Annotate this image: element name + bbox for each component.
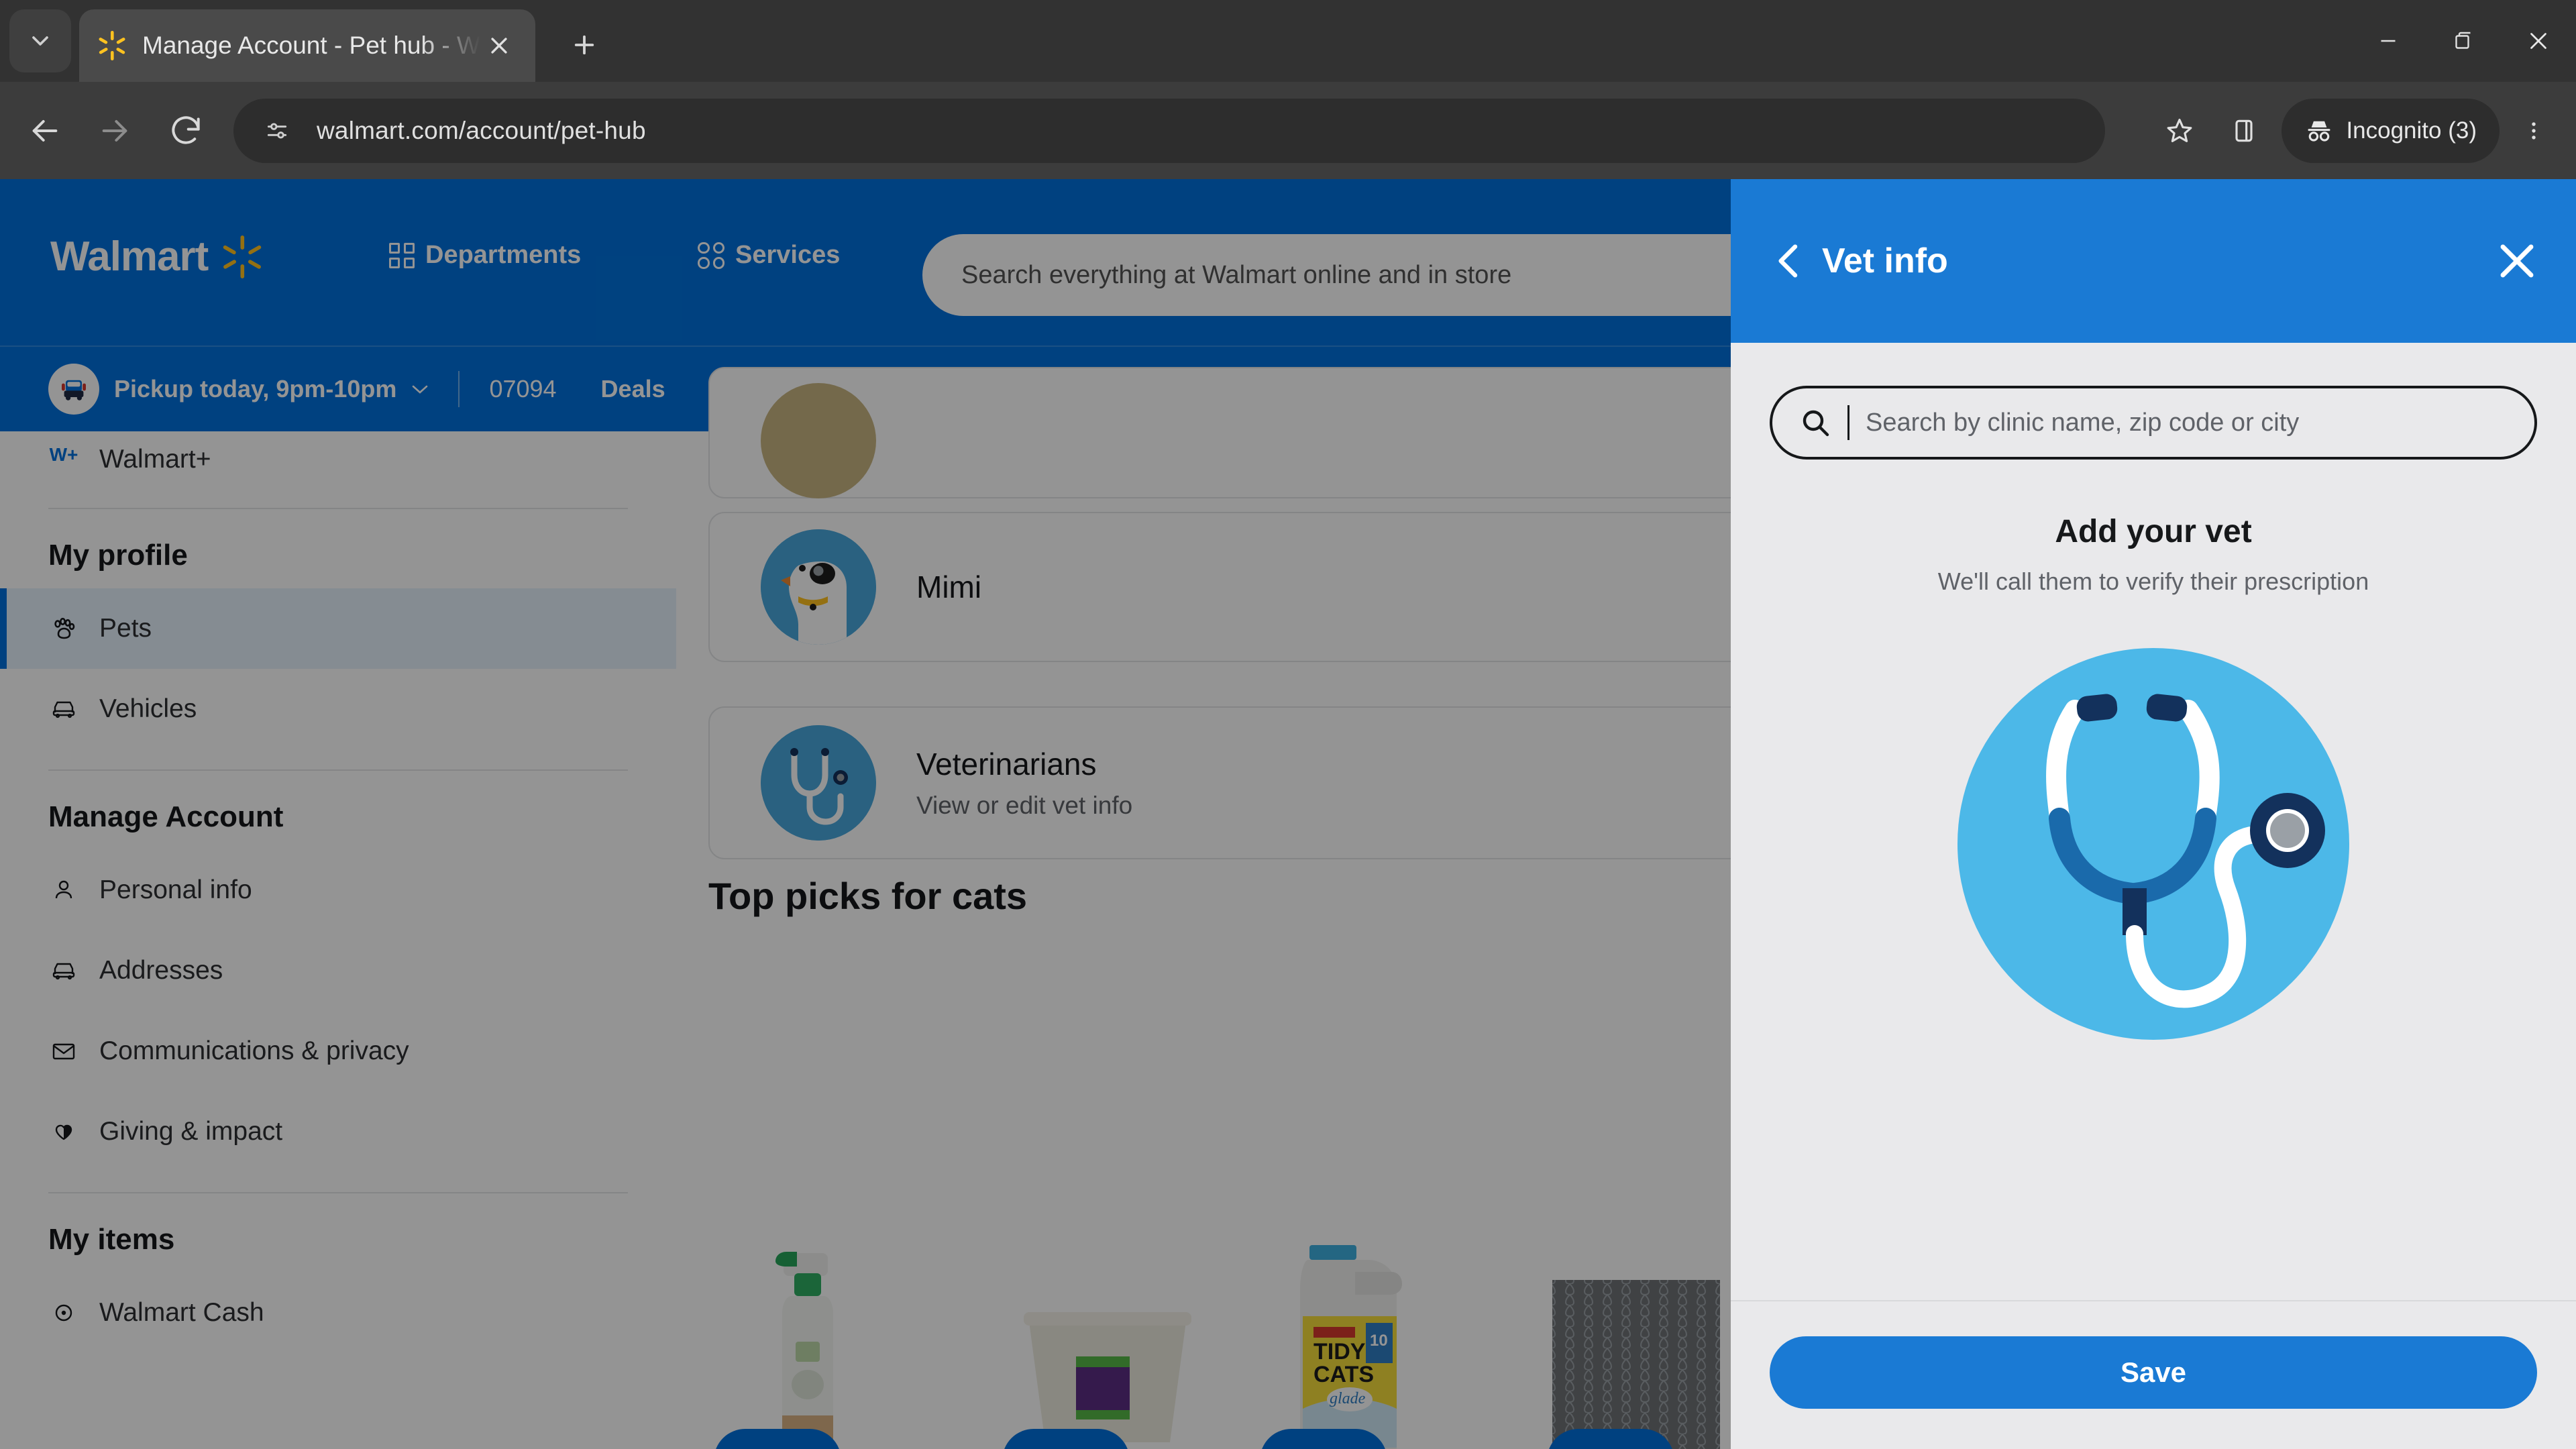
window-controls [2351, 0, 2576, 82]
forward-button[interactable] [95, 111, 134, 150]
tab-close-button[interactable] [480, 27, 518, 64]
search-icon [1803, 410, 1829, 437]
vet-info-panel: Vet info Search by clinic name, zip code… [1731, 179, 2576, 1449]
vet-panel-title: Vet info [1822, 241, 1948, 280]
kebab-menu-icon [2532, 122, 2536, 140]
window-restore-button[interactable] [2426, 0, 2501, 82]
restore-icon [2455, 32, 2471, 49]
back-arrow-icon [32, 120, 58, 142]
vet-panel-footer: Save [1731, 1300, 2576, 1449]
vet-search-placeholder: Search by clinic name, zip code or city [1866, 408, 2300, 437]
close-icon [2530, 33, 2546, 49]
vet-panel-header: Vet info [1731, 179, 2576, 343]
reload-button[interactable] [166, 111, 205, 150]
tab-search-button[interactable] [9, 9, 71, 72]
tab-title: Manage Account - Pet hub - W [142, 32, 480, 59]
tune-icon [267, 123, 287, 139]
url-text: walmart.com/account/pet-hub [317, 117, 646, 144]
window-minimize-button[interactable] [2351, 0, 2426, 82]
address-bar[interactable]: walmart.com/account/pet-hub [233, 99, 2105, 163]
window-close-button[interactable] [2501, 0, 2576, 82]
browser-tab[interactable]: Manage Account - Pet hub - W [79, 9, 535, 82]
reload-icon [172, 116, 200, 144]
text-caret [1847, 405, 1849, 440]
close-icon [491, 38, 507, 54]
profile-label: Incognito (3) [2346, 117, 2477, 144]
new-tab-button[interactable] [561, 21, 608, 68]
browser-toolbar: walmart.com/account/pet-hub Incognito (3… [0, 82, 2576, 179]
stethoscope-illustration [1957, 648, 2349, 1040]
browser-window: Manage Account - Pet hub - W walmart.com… [0, 0, 2576, 1449]
vet-panel-subheading: We'll call them to verify their prescrip… [1937, 568, 2369, 595]
star-icon [2167, 118, 2192, 142]
plus-icon [574, 35, 594, 55]
back-button[interactable] [25, 111, 64, 150]
side-panel-button[interactable] [2212, 99, 2276, 163]
profile-chip[interactable]: Incognito (3) [2282, 99, 2500, 163]
bookmark-button[interactable] [2147, 99, 2212, 163]
vet-panel-back-button[interactable] [1768, 239, 1811, 282]
minimize-icon [2381, 40, 2396, 42]
spark-icon [99, 31, 125, 60]
forward-arrow-icon [102, 120, 127, 142]
vet-panel-close-button[interactable] [2493, 237, 2541, 285]
chevron-down-icon [32, 36, 48, 46]
walmart-spark-favicon [97, 30, 127, 61]
vet-search-input[interactable]: Search by clinic name, zip code or city [1770, 386, 2537, 460]
site-settings-button[interactable] [256, 110, 298, 152]
page-viewport: Walmart Departments Services Search ever… [0, 179, 2576, 1449]
incognito-icon [2308, 121, 2330, 142]
vet-panel-body: Search by clinic name, zip code or city … [1731, 343, 2576, 1300]
side-panel-icon [2235, 119, 2253, 142]
vet-panel-heading: Add your vet [2055, 514, 2252, 549]
close-icon [2500, 244, 2534, 278]
chevron-left-icon [1778, 244, 1798, 278]
toolbar-right-actions: Incognito (3) [2147, 99, 2563, 163]
tab-strip: Manage Account - Pet hub - W [0, 0, 2576, 82]
browser-menu-button[interactable] [2505, 99, 2563, 163]
save-button[interactable]: Save [1770, 1336, 2537, 1409]
stethoscope-illustration-wrap [1770, 643, 2537, 1045]
